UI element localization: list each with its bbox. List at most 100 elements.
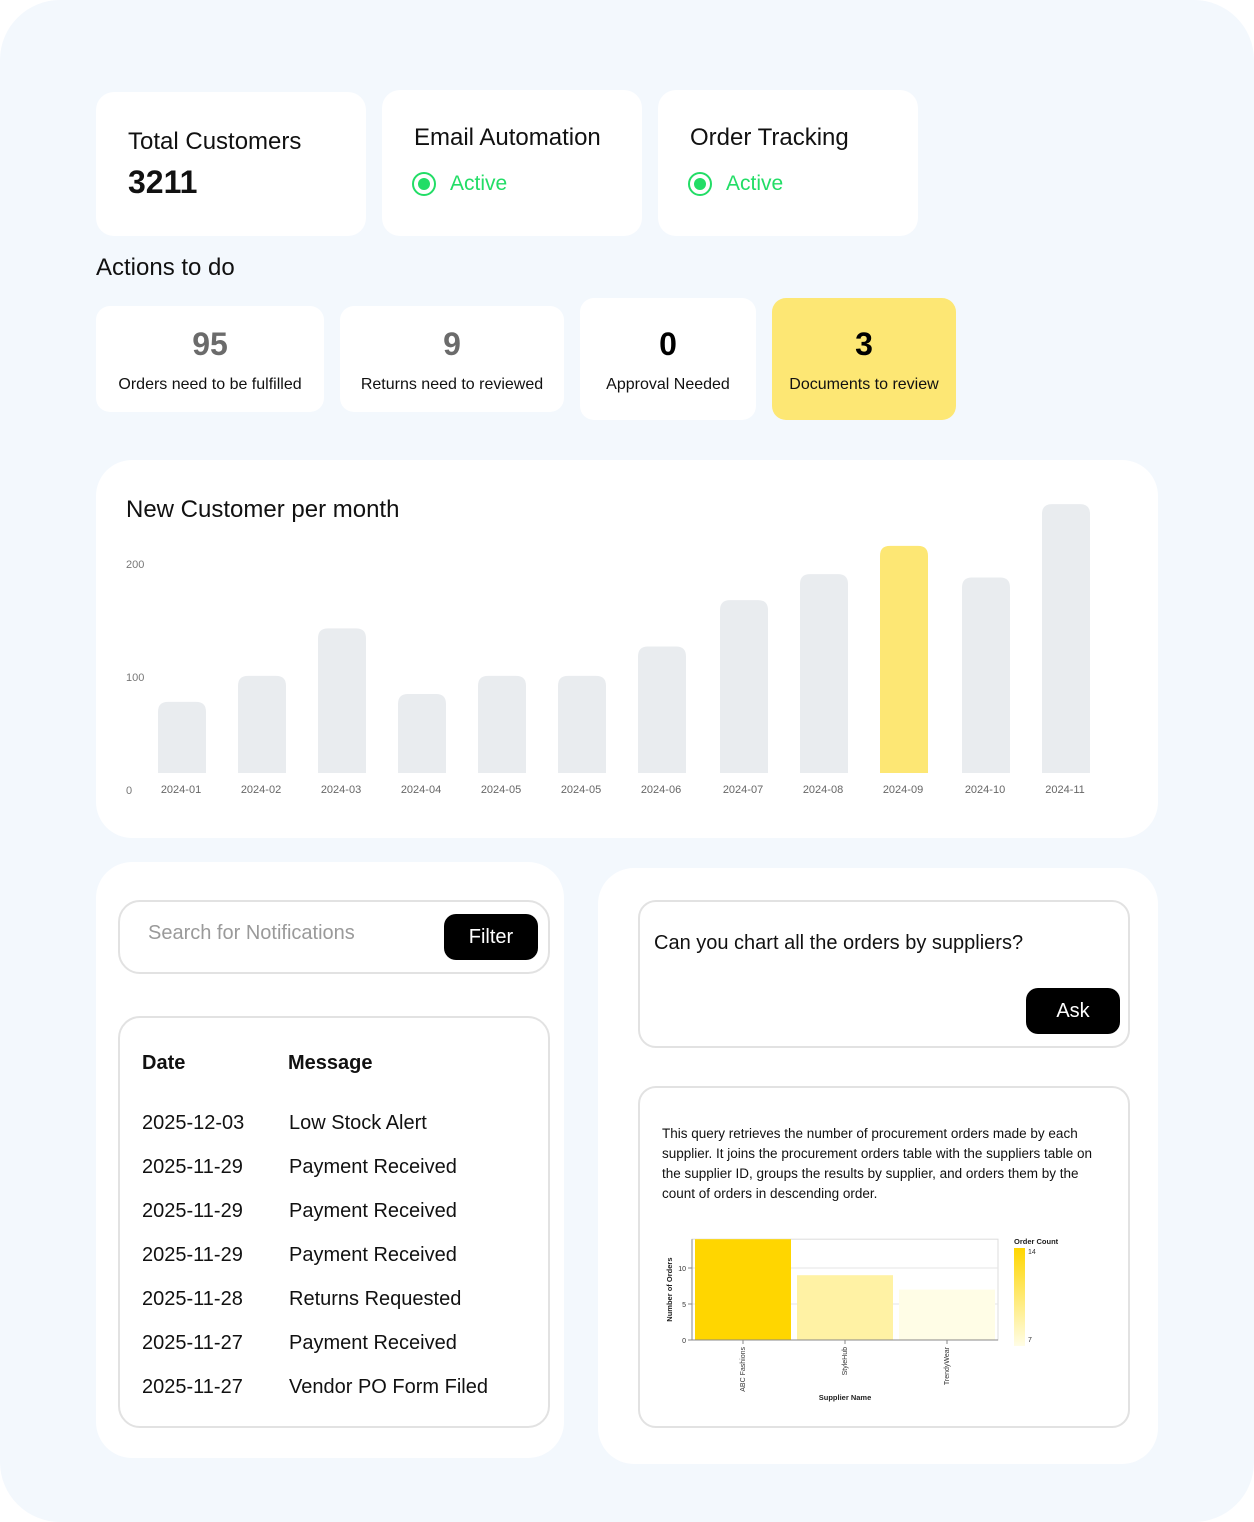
order-tracking-card[interactable]: Order Tracking Active <box>658 90 918 236</box>
bar <box>899 1289 995 1340</box>
bar <box>880 545 928 773</box>
x-tick-label: 2024-01 <box>161 784 201 796</box>
x-tick-label: 2024-04 <box>401 784 441 796</box>
notification-date: 2025-11-29 <box>142 1244 243 1266</box>
x-axis-title: Supplier Name <box>819 1393 872 1402</box>
bar <box>800 574 848 773</box>
notification-row[interactable]: 2025-12-03 Low Stock Alert <box>120 1112 548 1156</box>
action-count: 9 <box>443 326 461 362</box>
order-tracking-title: Order Tracking <box>690 124 849 151</box>
action-label: Documents to review <box>789 376 939 393</box>
email-automation-status-text: Active <box>450 172 508 195</box>
orders-by-supplier-chart: 0 5 10 ABC Fashions StyleHub TrendyWear Number… <box>665 1237 1059 1402</box>
notification-date: 2025-11-29 <box>142 1156 243 1178</box>
x-tick-label: 2024-10 <box>965 784 1005 796</box>
bar <box>158 701 206 773</box>
total-customers-title: Total Customers <box>128 128 302 155</box>
notification-date: 2025-11-28 <box>142 1288 243 1310</box>
action-count: 0 <box>659 326 677 362</box>
filter-button[interactable]: Filter <box>444 914 538 960</box>
bar <box>962 577 1010 773</box>
notification-row[interactable]: 2025-11-27 Payment Received <box>120 1332 548 1376</box>
email-automation-card[interactable]: Email Automation Active <box>382 90 642 236</box>
column-header-date: Date <box>142 1052 186 1074</box>
bar <box>398 693 446 773</box>
order-tracking-status-text: Active <box>726 172 784 195</box>
action-returns-to-review[interactable]: 9 Returns need to reviewed <box>340 306 564 412</box>
x-tick-label: StyleHub <box>842 1347 849 1376</box>
new-customer-chart-panel: New Customer per month 0 100 200 2024-01 202… <box>96 460 1158 838</box>
y-tick-label: 0 <box>682 1338 686 1345</box>
bar <box>1042 504 1090 773</box>
y-axis-title: Number of Orders <box>665 1258 674 1322</box>
action-approval-needed[interactable]: 0 Approval Needed <box>580 298 756 420</box>
action-count: 95 <box>192 326 228 362</box>
x-tick-label: 2024-05 <box>561 784 601 796</box>
x-tick-label: 2024-02 <box>241 784 281 796</box>
query-result-box: This query retrieves the number of procu… <box>638 1086 1130 1428</box>
bar <box>638 646 686 773</box>
notification-message: Low Stock Alert <box>289 1112 427 1134</box>
bar <box>318 628 366 773</box>
question-text[interactable]: Can you chart all the orders by supplier… <box>654 932 1023 955</box>
y-tick-label: 100 <box>126 672 144 684</box>
radio-active-icon <box>412 172 436 196</box>
x-tick-label: 2024-11 <box>1045 784 1085 796</box>
notification-message: Payment Received <box>289 1200 457 1222</box>
total-customers-card: Total Customers 3211 <box>96 92 366 236</box>
notification-message: Vendor PO Form Filed <box>289 1376 488 1398</box>
action-documents-to-review[interactable]: 3 Documents to review <box>772 298 956 420</box>
notification-search-input[interactable] <box>148 922 408 945</box>
bar <box>797 1275 893 1340</box>
total-customers-value: 3211 <box>128 164 198 200</box>
assistant-panel: Can you chart all the orders by supplier… <box>598 868 1158 1464</box>
question-input-box[interactable]: Can you chart all the orders by supplier… <box>638 900 1130 1048</box>
bar <box>720 600 768 773</box>
x-tick-label: 2024-03 <box>321 784 361 796</box>
x-tick-label: TrendyWear <box>944 1346 951 1385</box>
notification-message: Payment Received <box>289 1244 457 1266</box>
x-tick-label: 2024-08 <box>803 784 843 796</box>
x-tick-label: 2024-06 <box>641 784 681 796</box>
notification-search-bar: Filter <box>118 900 550 974</box>
bar <box>695 1239 791 1340</box>
y-tick-label: 0 <box>126 785 132 797</box>
action-orders-to-fulfill[interactable]: 95 Orders need to be fulfilled <box>96 306 324 412</box>
bar <box>478 675 526 773</box>
notification-date: 2025-11-27 <box>142 1376 243 1398</box>
legend-max-label: 14 <box>1028 1249 1036 1256</box>
notification-row[interactable]: 2025-11-27 Vendor PO Form Filed <box>120 1376 548 1420</box>
actions-title: Actions to do <box>96 254 235 281</box>
x-tick-label: 2024-07 <box>723 784 763 796</box>
action-label: Orders need to be fulfilled <box>118 376 302 393</box>
notification-row[interactable]: 2025-11-29 Payment Received <box>120 1156 548 1200</box>
notification-date: 2025-11-27 <box>142 1332 243 1354</box>
column-header-message: Message <box>288 1052 373 1074</box>
notification-row[interactable]: 2025-11-29 Payment Received <box>120 1244 548 1288</box>
notification-date: 2025-12-03 <box>142 1112 245 1134</box>
ask-button[interactable]: Ask <box>1026 988 1120 1034</box>
notification-date: 2025-11-29 <box>142 1200 243 1222</box>
notification-message: Payment Received <box>289 1332 457 1354</box>
email-automation-title: Email Automation <box>414 124 601 151</box>
notification-message: Returns Requested <box>289 1288 462 1310</box>
order-tracking-status: Active <box>688 172 783 196</box>
x-tick-label: ABC Fashions <box>740 1347 747 1392</box>
y-tick-label: 5 <box>682 1302 686 1309</box>
action-label: Returns need to reviewed <box>360 376 544 393</box>
notification-row[interactable]: 2025-11-28 Returns Requested <box>120 1288 548 1332</box>
notifications-panel: Filter Date Message 2025-12-03 Low Stock … <box>96 862 564 1458</box>
action-count: 3 <box>855 326 873 362</box>
notification-message: Payment Received <box>289 1156 457 1178</box>
legend-min-label: 7 <box>1028 1337 1032 1344</box>
action-label: Approval Needed <box>606 376 730 393</box>
email-automation-status: Active <box>412 172 507 196</box>
new-customer-bar-chart: 0 100 200 2024-01 2024-02 2024-03 2024-04 2024-… <box>126 504 1090 797</box>
y-tick-label: 10 <box>678 1266 686 1273</box>
notification-row[interactable]: 2025-11-29 Payment Received <box>120 1200 548 1244</box>
x-tick-label: 2024-09 <box>883 784 923 796</box>
notifications-table: Date Message 2025-12-03 Low Stock Alert 20… <box>118 1016 550 1428</box>
y-tick-label: 200 <box>126 559 144 571</box>
bar <box>558 675 606 773</box>
x-tick-label: 2024-05 <box>481 784 521 796</box>
